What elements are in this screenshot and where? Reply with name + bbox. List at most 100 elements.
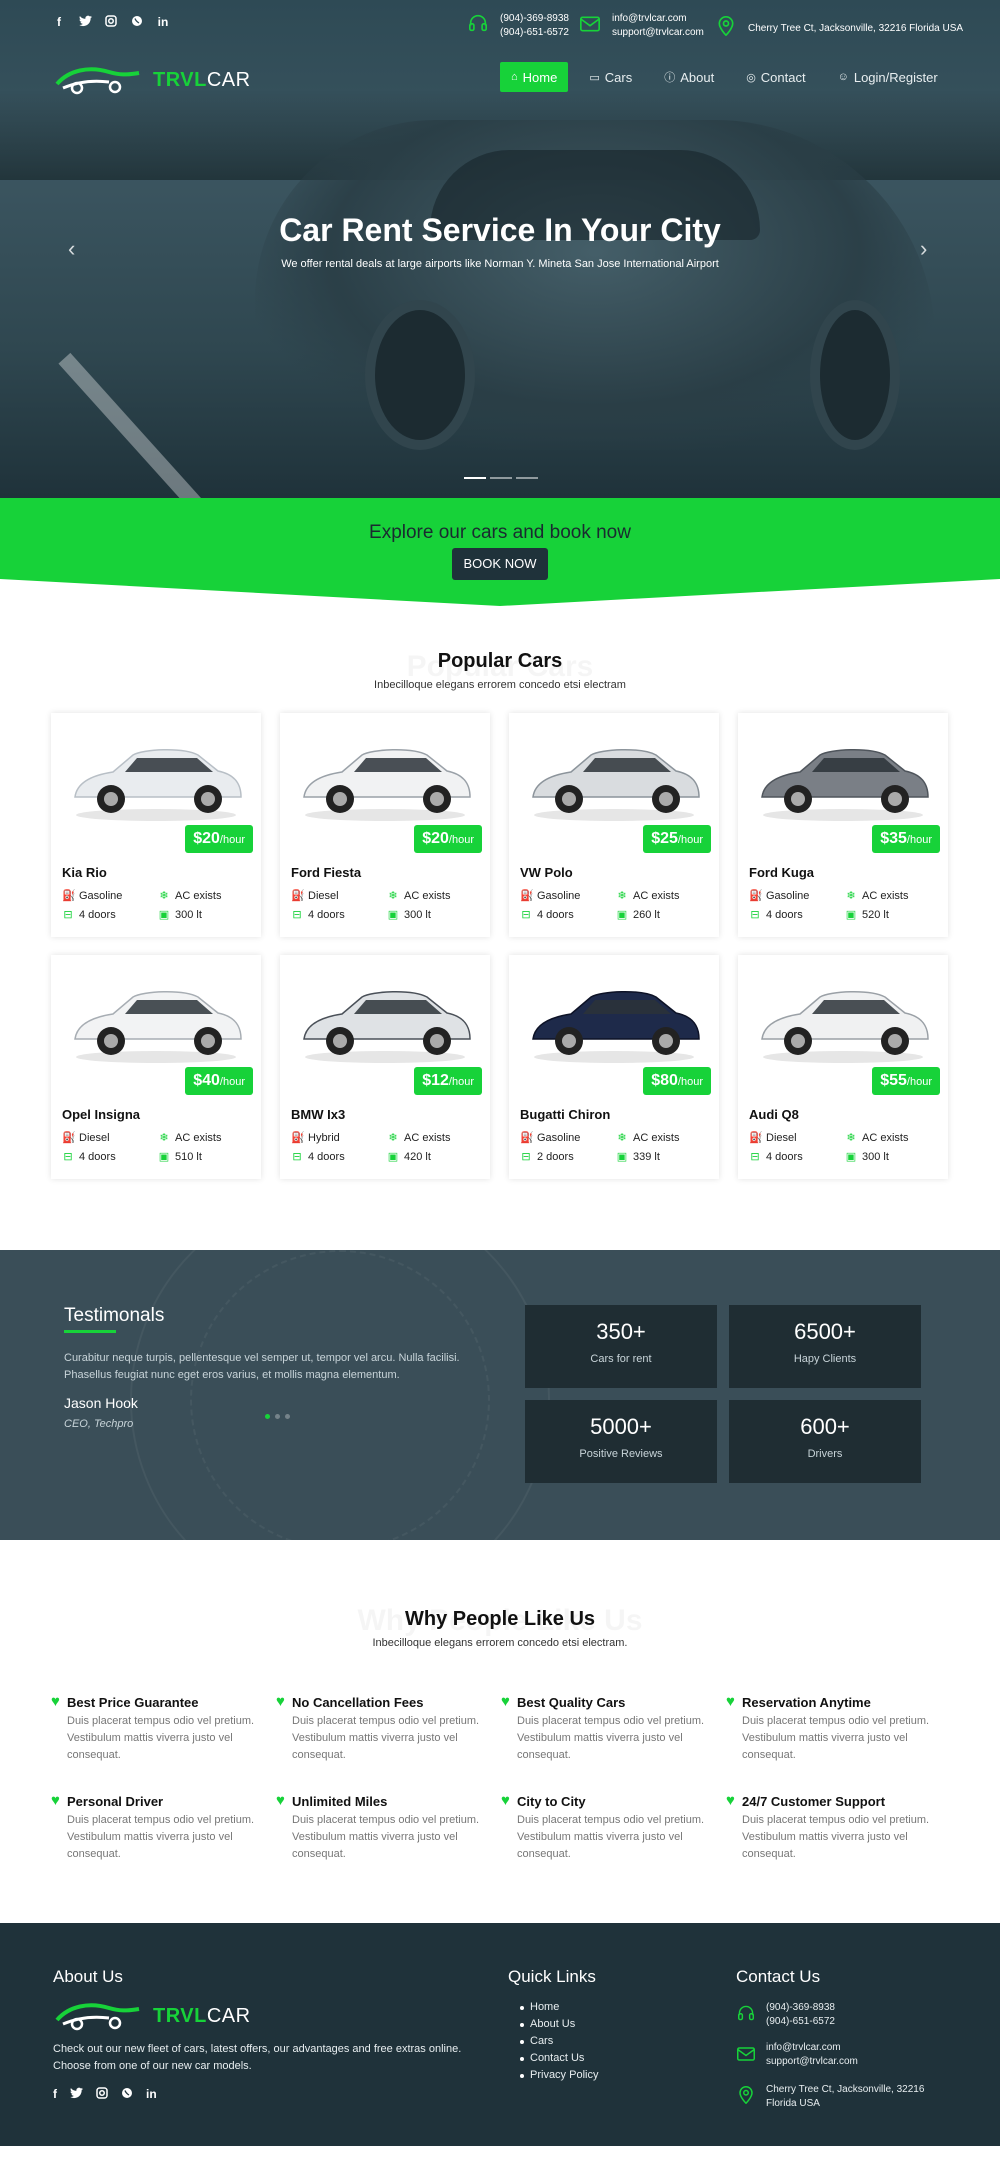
- spec-doors: ⊟ 2 doors: [520, 1150, 616, 1164]
- location-icon: ◎: [746, 71, 756, 84]
- car-image: [303, 990, 471, 1063]
- main-nav: ⌂ Home ▭ Cars ⓘ About ◎ Contact ☺ Login/…: [500, 62, 949, 92]
- footer-link-about[interactable]: About Us: [520, 2016, 598, 2033]
- testimonial-dot[interactable]: [275, 1414, 280, 1419]
- chevron-left-icon[interactable]: ‹: [68, 236, 75, 262]
- fuel-pump-icon: ⛽: [749, 890, 763, 902]
- footer-address: Cherry Tree Ct, Jacksonville, 32216 Flor…: [736, 2083, 924, 2111]
- instagram-icon[interactable]: [96, 2087, 108, 2102]
- footer-logo[interactable]: TRVLCAR: [55, 1998, 251, 2034]
- footer-email-2[interactable]: support@trvlcar.com: [766, 2055, 858, 2069]
- car-name[interactable]: Bugatti Chiron: [520, 1107, 610, 1122]
- price-badge: $40/hour: [185, 1067, 253, 1095]
- header-email-2[interactable]: support@trvlcar.com: [612, 26, 704, 40]
- car-card[interactable]: $20/hour Ford Fiesta ⛽ Diesel ❄ AC exists …: [280, 713, 490, 937]
- footer-link-privacy[interactable]: Privacy Policy: [520, 2067, 598, 2084]
- car-name[interactable]: BMW Ix3: [291, 1107, 345, 1122]
- car-card[interactable]: $25/hour VW Polo ⛽ Gasoline ❄ AC exists ⊟ 4…: [509, 713, 719, 937]
- car-name[interactable]: VW Polo: [520, 865, 573, 880]
- spec-ac: ❄ AC exists: [158, 889, 254, 903]
- slider-indicators: [464, 477, 538, 479]
- spec-fuel-value: Diesel: [308, 889, 339, 902]
- instagram-icon[interactable]: [104, 15, 118, 29]
- linkedin-icon[interactable]: in: [156, 15, 170, 29]
- spec-fuel: ⛽ Gasoline: [520, 889, 616, 903]
- whatsapp-icon[interactable]: [130, 15, 144, 29]
- car-image: [74, 990, 242, 1063]
- nav-home[interactable]: ⌂ Home: [500, 62, 569, 92]
- spec-fuel: ⛽ Gasoline: [520, 1131, 616, 1145]
- header-email-1[interactable]: info@trvlcar.com: [612, 12, 704, 26]
- car-card[interactable]: $12/hour BMW Ix3 ⛽ Hybrid ❄ AC exists ⊟ 4 d…: [280, 955, 490, 1179]
- footer-link-cars[interactable]: Cars: [520, 2033, 598, 2050]
- stats-grid: 350+ Cars for rent 6500+ Hapy Clients 50…: [525, 1305, 921, 1483]
- luggage-icon: ▣: [845, 1151, 857, 1163]
- footer-phone-2[interactable]: (904)-651-6572: [766, 2015, 835, 2029]
- twitter-icon[interactable]: [78, 15, 92, 29]
- footer-link-contact[interactable]: Contact Us: [520, 2050, 598, 2067]
- footer-about-text: Check out our new fleet of cars, latest …: [53, 2043, 462, 2072]
- nav-cars[interactable]: ▭ Cars: [578, 62, 643, 92]
- spec-trunk-value: 420 lt: [404, 1150, 431, 1163]
- heart-icon: ♥: [51, 1792, 60, 1809]
- whatsapp-icon[interactable]: [121, 2087, 133, 2102]
- footer-address-2: Florida USA: [766, 2098, 820, 2109]
- chevron-right-icon[interactable]: ›: [920, 236, 927, 262]
- slider-dot[interactable]: [490, 477, 512, 479]
- testimonial-dot[interactable]: [285, 1414, 290, 1419]
- spec-doors: ⊟ 4 doors: [749, 1150, 845, 1164]
- spec-trunk-value: 520 lt: [862, 908, 889, 921]
- spec-fuel-value: Gasoline: [79, 889, 123, 902]
- header-phone-2[interactable]: (904)-651-6572: [500, 26, 569, 40]
- nav-login[interactable]: ☺ Login/Register: [827, 62, 949, 92]
- twitter-icon[interactable]: [70, 2087, 83, 2102]
- fuel-pump-icon: ⛽: [291, 1132, 305, 1144]
- price-unit: /hour: [906, 834, 932, 846]
- nav-contact[interactable]: ◎ Contact: [735, 62, 816, 92]
- header-phone-1[interactable]: (904)-369-8938: [500, 12, 569, 26]
- logo-text: TRVLCAR: [153, 2005, 251, 2028]
- car-name[interactable]: Ford Kuga: [749, 865, 814, 880]
- car-door-icon: ⊟: [292, 909, 302, 921]
- car-card[interactable]: $35/hour Ford Kuga ⛽ Gasoline ❄ AC exists …: [738, 713, 948, 937]
- slider-dot[interactable]: [464, 477, 486, 479]
- spec-doors-value: 4 doors: [537, 908, 574, 921]
- nav-about[interactable]: ⓘ About: [653, 62, 725, 92]
- car-card[interactable]: $20/hour Kia Rio ⛽ Gasoline ❄ AC exists ⊟ 4…: [51, 713, 261, 937]
- car-name[interactable]: Kia Rio: [62, 865, 107, 880]
- price-unit: /hour: [677, 1076, 703, 1088]
- snowflake-icon: ❄: [846, 1132, 856, 1144]
- spec-trunk: ▣ 300 lt: [158, 908, 254, 922]
- logo-car-icon: [55, 2003, 140, 2031]
- facebook-icon[interactable]: f: [52, 15, 66, 29]
- spec-trunk: ▣ 520 lt: [845, 908, 941, 922]
- car-name[interactable]: Ford Fiesta: [291, 865, 361, 880]
- footer-phone-1[interactable]: (904)-369-8938: [766, 2001, 835, 2015]
- footer-link-home[interactable]: Home: [520, 1999, 598, 2016]
- spec-trunk-value: 339 lt: [633, 1150, 660, 1163]
- feature-item: ♥ No Cancellation Fees Duis placerat tem…: [276, 1693, 491, 1764]
- feature-title: Unlimited Miles: [292, 1794, 388, 1809]
- facebook-icon[interactable]: f: [53, 2087, 57, 2102]
- book-now-button[interactable]: BOOK NOW: [452, 548, 548, 580]
- slider-dot[interactable]: [516, 477, 538, 479]
- testimonial-dot[interactable]: [265, 1414, 270, 1419]
- car-name[interactable]: Opel Insigna: [62, 1107, 140, 1122]
- price-unit: /hour: [219, 1076, 245, 1088]
- footer-email-1[interactable]: info@trvlcar.com: [766, 2041, 858, 2055]
- car-card[interactable]: $55/hour Audi Q8 ⛽ Diesel ❄ AC exists ⊟ 4 d…: [738, 955, 948, 1179]
- footer-phone: (904)-369-8938 (904)-651-6572: [736, 2001, 835, 2029]
- heart-icon: ♥: [51, 1693, 60, 1710]
- why-us-subtitle: Inbecilloque elegans errorem concedo ets…: [372, 1637, 628, 1649]
- spec-trunk-value: 300 lt: [862, 1150, 889, 1163]
- fuel-pump-icon: ⛽: [291, 890, 305, 902]
- stat-label: Positive Reviews: [579, 1448, 663, 1460]
- spec-trunk: ▣ 420 lt: [387, 1150, 483, 1164]
- car-specs: ⛽ Gasoline ❄ AC exists ⊟ 4 doors ▣ 300 lt: [62, 889, 254, 922]
- car-name[interactable]: Audi Q8: [749, 1107, 799, 1122]
- site-logo[interactable]: TRVLCAR: [55, 62, 251, 98]
- car-card[interactable]: $80/hour Bugatti Chiron ⛽ Gasoline ❄ AC ex…: [509, 955, 719, 1179]
- car-card[interactable]: $40/hour Opel Insigna ⛽ Diesel ❄ AC exists…: [51, 955, 261, 1179]
- price-badge: $25/hour: [643, 825, 711, 853]
- linkedin-icon[interactable]: in: [146, 2087, 157, 2102]
